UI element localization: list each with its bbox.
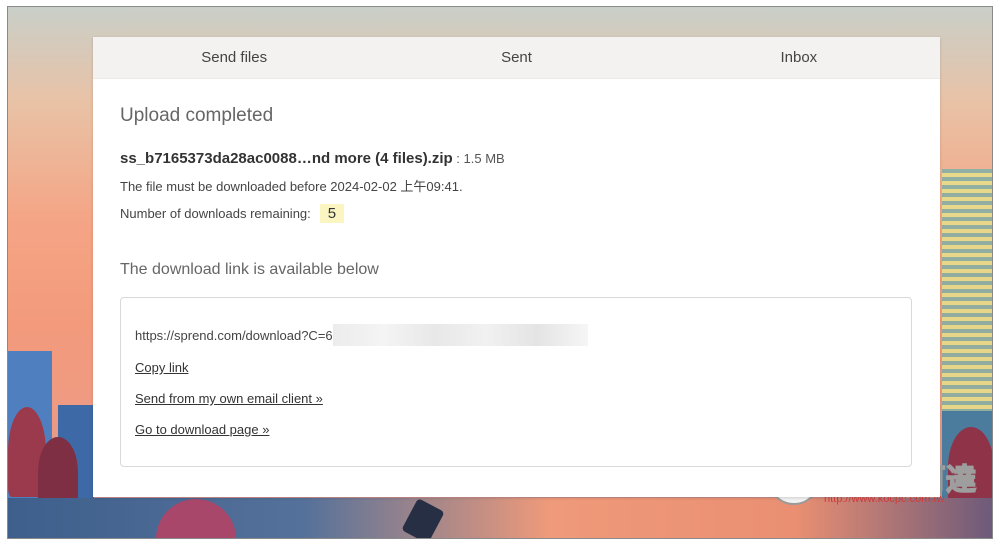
download-url[interactable]: https://sprend.com/download?C=6	[135, 328, 333, 343]
send-email-link[interactable]: Send from my own email client »	[135, 391, 323, 406]
go-to-download-page-link[interactable]: Go to download page »	[135, 422, 269, 437]
expiry-text: The file must be downloaded before 2024-…	[120, 179, 463, 194]
link-heading: The download link is available below	[120, 261, 379, 278]
page-title: Upload completed	[120, 105, 274, 126]
upload-card: Send files Sent Inbox Upload completed s…	[93, 37, 940, 497]
copy-link-row: Copy link	[135, 346, 911, 377]
url-redacted-blur	[332, 324, 588, 346]
tab-inbox[interactable]: Inbox	[658, 37, 940, 78]
tab-bar: Send files Sent Inbox	[93, 37, 940, 79]
file-info: ss_b7165373da28ac0088…nd more (4 files).…	[120, 150, 913, 167]
file-size: : 1.5 MB	[452, 151, 505, 166]
tab-sent[interactable]: Sent	[375, 37, 657, 78]
background-tree	[38, 437, 78, 507]
download-page-row: Go to download page »	[135, 408, 911, 439]
background-building	[942, 169, 992, 449]
tab-send-files[interactable]: Send files	[93, 37, 375, 78]
downloads-remaining-badge: 5	[319, 204, 345, 223]
download-link-box: https://sprend.com/download?C=6 Copy lin…	[120, 297, 912, 467]
file-name: ss_b7165373da28ac0088…nd more (4 files).…	[120, 150, 453, 167]
downloads-remaining: Number of downloads remaining: 5	[120, 204, 913, 223]
downloads-remaining-label: Number of downloads remaining:	[120, 206, 311, 221]
copy-link-button[interactable]: Copy link	[135, 360, 188, 375]
download-url-row[interactable]: https://sprend.com/download?C=6	[135, 324, 911, 346]
upload-content: Upload completed ss_b7165373da28ac0088…n…	[93, 79, 940, 467]
send-email-row: Send from my own email client »	[135, 377, 911, 408]
